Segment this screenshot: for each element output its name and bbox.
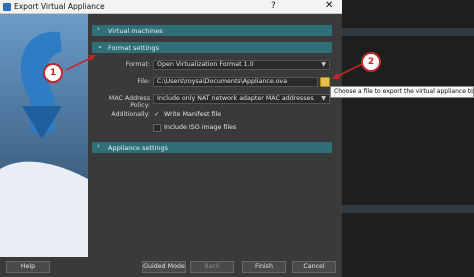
annotation-marker-1: 1 [43,63,63,83]
wizard-artwork [0,14,88,257]
section-label: Virtual machines [108,27,163,35]
finish-button[interactable]: Finish [242,261,286,273]
background-panel-strip [342,28,474,36]
button-bar: Help Guided Mode Back Finish Cancel [0,257,342,277]
additionally-label: Additionally: [111,111,150,118]
checkmark-icon[interactable]: ✓ [154,111,159,118]
help-button[interactable]: Help [6,261,50,273]
cancel-button[interactable]: Cancel [292,261,336,273]
chevron-down-icon: ⌄ [97,42,103,50]
mac-policy-label: MAC Address Policy: [108,95,150,109]
chevron-down-icon: ▼ [321,95,326,102]
background-desktop [342,0,474,277]
close-icon[interactable]: ✕ [325,0,333,11]
file-path-input[interactable]: C:\Users\roysa\Documents\Appliance.ova [153,77,318,87]
annotation-marker-2: 2 [361,52,381,72]
write-manifest-label: Write Manifest file [164,111,222,118]
format-label: Format: [125,61,150,68]
mac-policy-value: Include only NAT network adapter MAC add… [157,95,314,102]
include-iso-label: Include ISO image files [164,124,237,131]
section-label: Format settings [108,44,159,52]
export-dialog: › Virtual machines ⌄ Format settings For… [0,14,342,277]
app-icon [3,3,11,11]
file-label: File: [137,78,150,85]
section-virtual-machines[interactable]: › Virtual machines [92,25,332,36]
chevron-right-icon: › [97,142,100,150]
window-title: Export Virtual Appliance [14,2,105,11]
folder-icon[interactable] [320,77,330,87]
back-button[interactable]: Back [190,261,234,273]
file-tooltip: Choose a file to export the virtual appl… [330,86,474,98]
format-combobox[interactable]: Open Virtualization Format 1.0 ▼ [153,60,330,70]
format-value: Open Virtualization Format 1.0 [157,61,254,68]
section-label: Appliance settings [108,144,168,152]
background-panel-strip [342,205,474,213]
chevron-right-icon: › [97,25,100,33]
wizard-arrow-illustration [0,31,88,257]
guided-mode-button[interactable]: Guided Mode [142,261,186,273]
include-iso-checkbox[interactable] [153,124,161,132]
section-format-settings[interactable]: ⌄ Format settings [92,42,332,53]
window-title-bar: Export Virtual Appliance ? ✕ [0,0,342,14]
file-path-value: C:\Users\roysa\Documents\Appliance.ova [157,78,288,85]
section-appliance-settings[interactable]: › Appliance settings [92,142,332,153]
mac-policy-combobox[interactable]: Include only NAT network adapter MAC add… [153,94,330,104]
help-icon[interactable]: ? [271,1,276,11]
chevron-down-icon: ▼ [321,61,326,68]
